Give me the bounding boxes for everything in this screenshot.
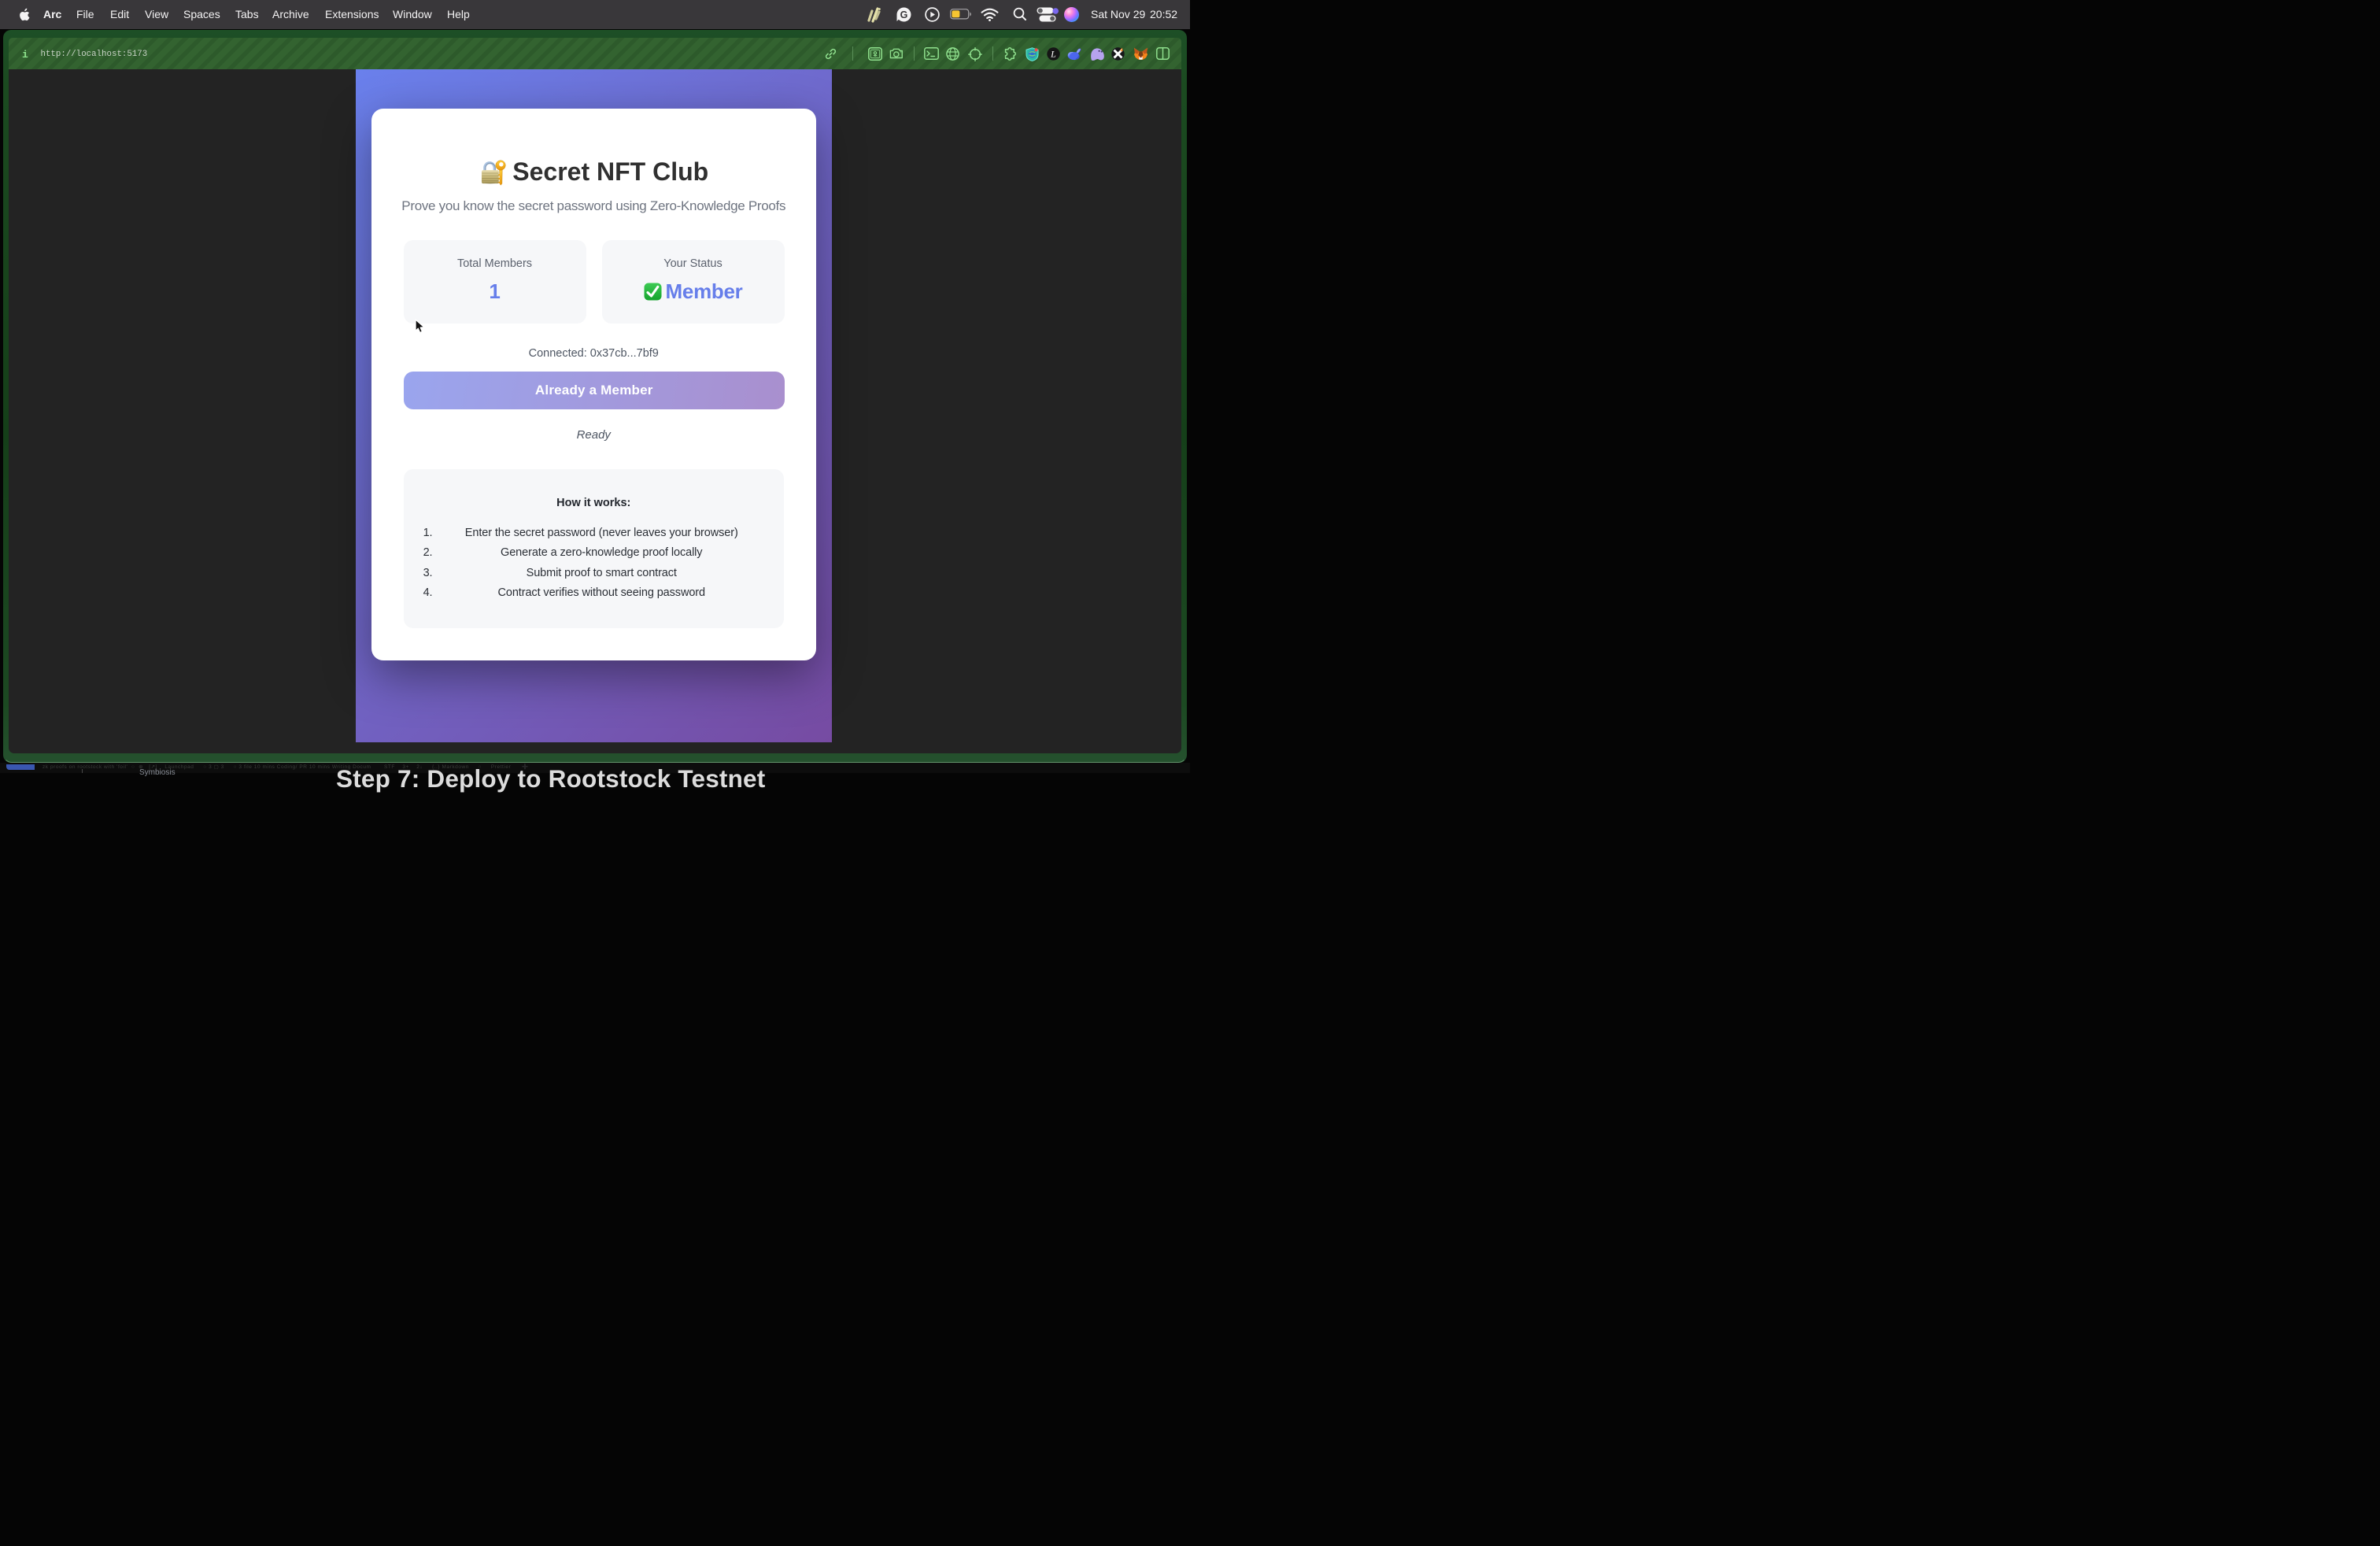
- svg-text:L: L: [1050, 49, 1056, 60]
- svg-text:G: G: [900, 9, 908, 20]
